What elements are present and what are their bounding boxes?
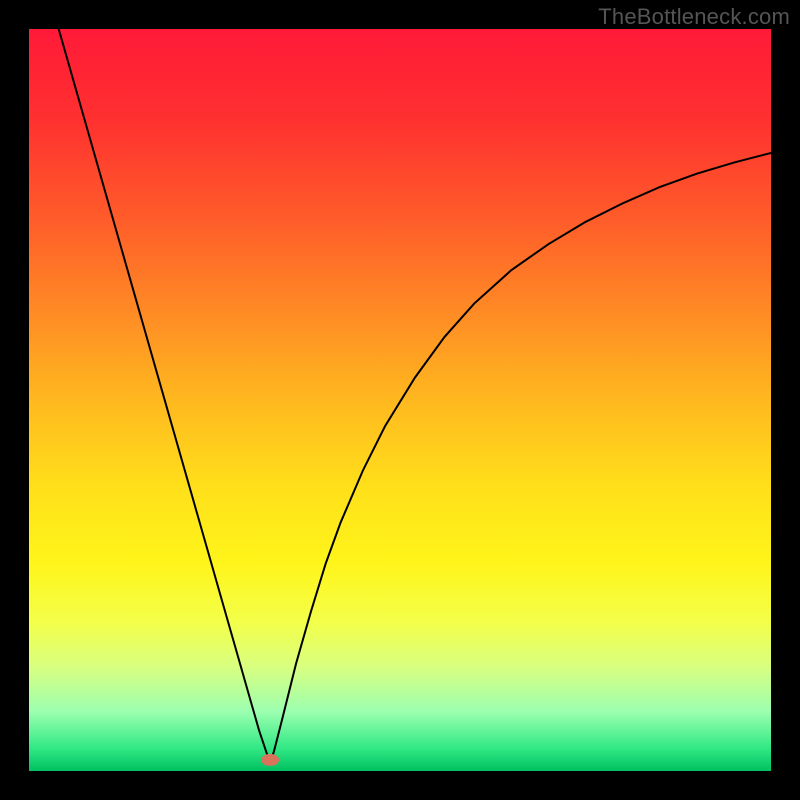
chart-frame: [29, 29, 771, 771]
minimum-marker: [261, 754, 279, 766]
watermark-text: TheBottleneck.com: [598, 4, 790, 30]
bottleneck-chart: [29, 29, 771, 771]
